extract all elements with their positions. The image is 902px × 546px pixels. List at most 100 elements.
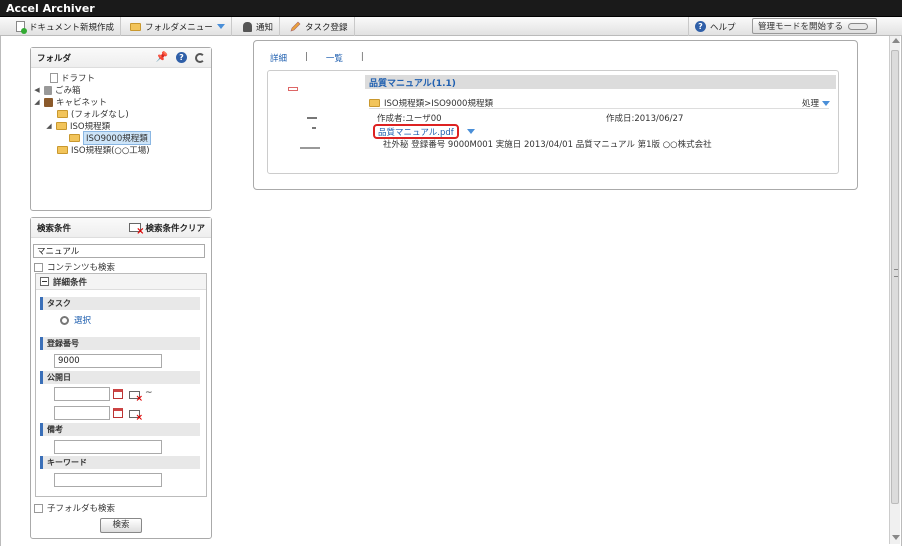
tab-detail[interactable]: 詳細 bbox=[270, 52, 287, 64]
view-tabs: 詳細 | 一覧 | bbox=[270, 52, 364, 64]
result-created-date: 作成日:2013/06/27 bbox=[606, 114, 684, 124]
help-label: ヘルプ bbox=[710, 22, 736, 33]
result-creator: 作成者:ユーザ00 bbox=[377, 114, 442, 124]
pub-date-from-input[interactable] bbox=[54, 387, 110, 401]
subfolder-search-label: 子フォルダも検索 bbox=[47, 504, 116, 514]
search-button[interactable]: 検索 bbox=[100, 518, 142, 533]
tab-list[interactable]: 一覧 bbox=[326, 52, 343, 64]
help-icon: ? bbox=[695, 21, 706, 32]
task-section-header: タスク bbox=[40, 297, 200, 310]
cabinet-icon bbox=[44, 97, 53, 107]
detail-conditions-title: 詳細条件 bbox=[53, 277, 88, 288]
search-icon bbox=[60, 315, 69, 325]
search-panel-header: 検索条件 検索条件クリア bbox=[31, 218, 211, 238]
clear-icon bbox=[129, 223, 144, 237]
admin-mode-button[interactable]: 管理モードを開始する bbox=[752, 18, 877, 34]
calendar-icon[interactable] bbox=[113, 408, 123, 418]
result-card: 品質マニュアル(1.1) ISO規程類>ISO9000規程類 処理 作成者:ユー… bbox=[267, 70, 839, 174]
task-register-button[interactable]: タスク登録 bbox=[284, 17, 355, 36]
remarks-input[interactable] bbox=[54, 440, 162, 454]
tree-item-draft[interactable]: ドラフト bbox=[31, 72, 211, 84]
toolbar: ドキュメント新規作成 フォルダメニュー 通知 タスク登録 ? ヘルプ 管理モード… bbox=[0, 17, 902, 36]
new-document-label: ドキュメント新規作成 bbox=[29, 22, 115, 33]
bell-icon bbox=[243, 21, 252, 32]
divider bbox=[369, 108, 829, 109]
content-search-checkbox[interactable] bbox=[34, 262, 43, 272]
collapse-icon[interactable]: ◢ bbox=[45, 122, 53, 130]
search-panel-title: 検索条件 bbox=[37, 223, 72, 234]
help-button[interactable]: ? ヘルプ bbox=[688, 17, 742, 36]
remarks-section-header: 備考 bbox=[40, 423, 200, 436]
folder-menu-button[interactable]: フォルダメニュー bbox=[124, 17, 232, 36]
folder-menu-label: フォルダメニュー bbox=[145, 22, 213, 33]
collapse-icon[interactable] bbox=[40, 277, 49, 286]
new-document-button[interactable]: ドキュメント新規作成 bbox=[10, 17, 122, 36]
scroll-up-arrow-icon[interactable] bbox=[892, 38, 900, 43]
tree-item-iso9000[interactable]: ISO9000規程類 bbox=[31, 131, 211, 145]
folder-icon bbox=[57, 110, 68, 118]
folder-icon bbox=[130, 22, 141, 31]
keyword-input[interactable] bbox=[54, 473, 162, 487]
pub-date-label: 公開日 bbox=[47, 373, 71, 382]
folder-panel: フォルダ 📌 ? ドラフト ◀ ごみ箱 ◢ キャビネット (フォルダなし) ◢ bbox=[30, 47, 212, 211]
document-thumbnail[interactable] bbox=[274, 77, 362, 169]
remarks-label: 備考 bbox=[47, 425, 63, 434]
task-register-label: タスク登録 bbox=[305, 22, 348, 33]
pin-icon[interactable]: 📌 bbox=[156, 52, 168, 63]
trash-icon bbox=[44, 85, 52, 95]
collapse-icon[interactable]: ◢ bbox=[33, 98, 41, 106]
refresh-icon[interactable] bbox=[195, 52, 205, 63]
subfolder-search-checkbox[interactable] bbox=[34, 503, 43, 513]
tree-item-trash[interactable]: ◀ ごみ箱 bbox=[31, 84, 211, 96]
folder-panel-header: フォルダ 📌 ? bbox=[31, 48, 211, 68]
result-file-link[interactable]: 品質マニュアル.pdf bbox=[373, 124, 459, 139]
clear-date-icon[interactable] bbox=[129, 391, 143, 404]
notification-label: 通知 bbox=[256, 22, 274, 33]
task-select-link[interactable]: 選択 bbox=[60, 314, 91, 326]
tree-item-iso-factory[interactable]: ISO規程類(○○工場) bbox=[31, 144, 211, 156]
file-dropdown-arrow-icon[interactable] bbox=[467, 129, 475, 134]
notification-button[interactable]: 通知 bbox=[237, 17, 281, 36]
result-title[interactable]: 品質マニュアル(1.1) bbox=[365, 75, 836, 89]
document-icon bbox=[50, 73, 58, 83]
main-panel: 詳細 | 一覧 | 品質マニュアル(1.1) ISO規程類>ISO9000規程類… bbox=[253, 40, 858, 190]
keyword-section-header: キーワード bbox=[40, 456, 200, 469]
result-description: 社外秘 登録番号 9000M001 実施日 2013/04/01 品質マニュアル… bbox=[383, 140, 712, 150]
clear-conditions-label: 検索条件クリア bbox=[145, 223, 205, 234]
app-title: Accel Archiver bbox=[6, 2, 95, 15]
expand-icon[interactable]: ◀ bbox=[33, 86, 41, 94]
reg-no-input[interactable] bbox=[54, 354, 162, 368]
task-label: タスク bbox=[47, 299, 71, 308]
clear-conditions-button[interactable]: 検索条件クリア bbox=[129, 222, 205, 237]
folder-icon bbox=[369, 99, 380, 107]
folder-icon bbox=[57, 146, 68, 154]
detail-conditions-header[interactable]: 詳細条件 bbox=[36, 274, 206, 290]
tree-item-label-selected: ISO9000規程類 bbox=[83, 131, 151, 145]
range-tilde: ~ bbox=[145, 388, 153, 398]
title-bar: Accel Archiver bbox=[0, 0, 902, 17]
keyword-search-input[interactable] bbox=[33, 244, 205, 258]
scroll-down-arrow-icon[interactable] bbox=[892, 535, 900, 540]
folder-icon bbox=[69, 134, 80, 142]
clear-date-icon[interactable] bbox=[129, 410, 143, 423]
tree-item-label: ドラフト bbox=[61, 74, 96, 84]
toggle-icon bbox=[848, 22, 869, 30]
pub-date-to-input[interactable] bbox=[54, 406, 110, 420]
tree-item-label: (フォルダなし) bbox=[71, 110, 129, 120]
vertical-scrollbar[interactable] bbox=[889, 36, 900, 544]
folder-panel-title: フォルダ bbox=[37, 53, 72, 64]
scrollbar-thumb[interactable] bbox=[891, 50, 899, 504]
content-search-option[interactable]: コンテンツも検索 bbox=[34, 261, 115, 273]
reg-no-label: 登録番号 bbox=[47, 339, 79, 348]
dropdown-arrow-icon bbox=[822, 100, 830, 106]
keyword-label: キーワード bbox=[47, 458, 87, 467]
subfolder-search-option[interactable]: 子フォルダも検索 bbox=[34, 502, 115, 514]
calendar-icon[interactable] bbox=[113, 389, 123, 399]
tree-item-cabinet[interactable]: ◢ キャビネット bbox=[31, 96, 211, 108]
help-icon[interactable]: ? bbox=[176, 52, 187, 63]
tree-item-no-folder[interactable]: (フォルダなし) bbox=[31, 108, 211, 120]
reg-no-section-header: 登録番号 bbox=[40, 337, 200, 350]
admin-mode-label: 管理モードを開始する bbox=[758, 22, 844, 32]
tab-separator: | bbox=[360, 52, 364, 62]
folder-tree: ドラフト ◀ ごみ箱 ◢ キャビネット (フォルダなし) ◢ ISO規程類 IS… bbox=[31, 72, 211, 156]
